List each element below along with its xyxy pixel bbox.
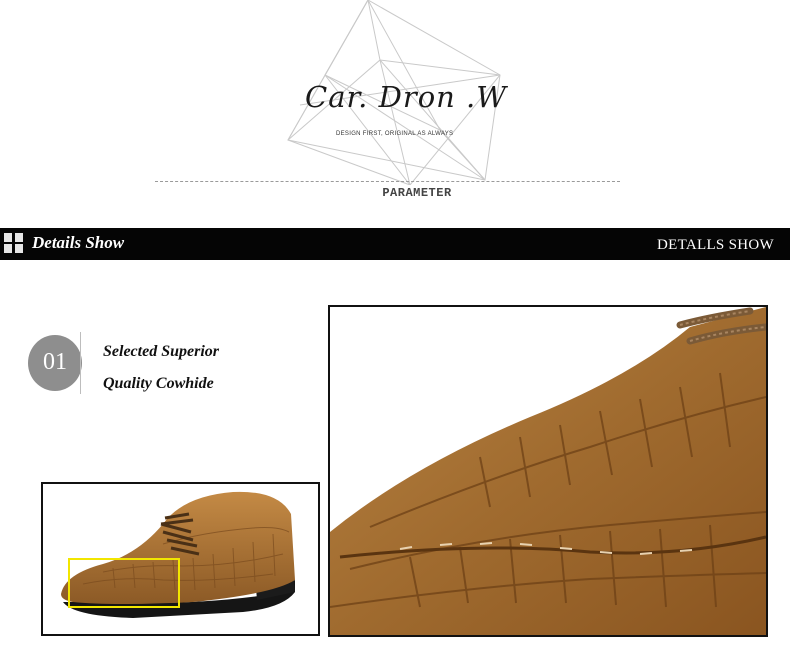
feature-text-line-1: Selected Superior: [103, 343, 219, 360]
parameter-label: PARAMETER: [382, 186, 452, 200]
shoe-overview-photo: [41, 482, 320, 636]
brand-name: Car. Dron .W: [305, 80, 508, 114]
details-show-bar: Details Show DETALLS SHOW: [0, 228, 790, 260]
details-show-caption: DETALLS SHOW: [657, 237, 774, 253]
feature-text-line-2: Quality Cowhide: [103, 375, 214, 392]
divider-line: [155, 181, 620, 182]
brand-tagline: DESIGN FIRST, ORIGINAL AS ALWAYS: [336, 131, 454, 137]
leather-closeup-illustration: [330, 307, 766, 635]
feature-number: 01: [43, 349, 67, 375]
feature-divider: [80, 332, 81, 394]
shoe-illustration: [61, 491, 295, 618]
brand-header: Car. Dron .W DESIGN FIRST, ORIGINAL AS A…: [0, 0, 790, 215]
details-show-title: Details Show: [32, 233, 125, 252]
leather-detail-photo: [328, 305, 768, 637]
grid-icon: [4, 233, 24, 254]
